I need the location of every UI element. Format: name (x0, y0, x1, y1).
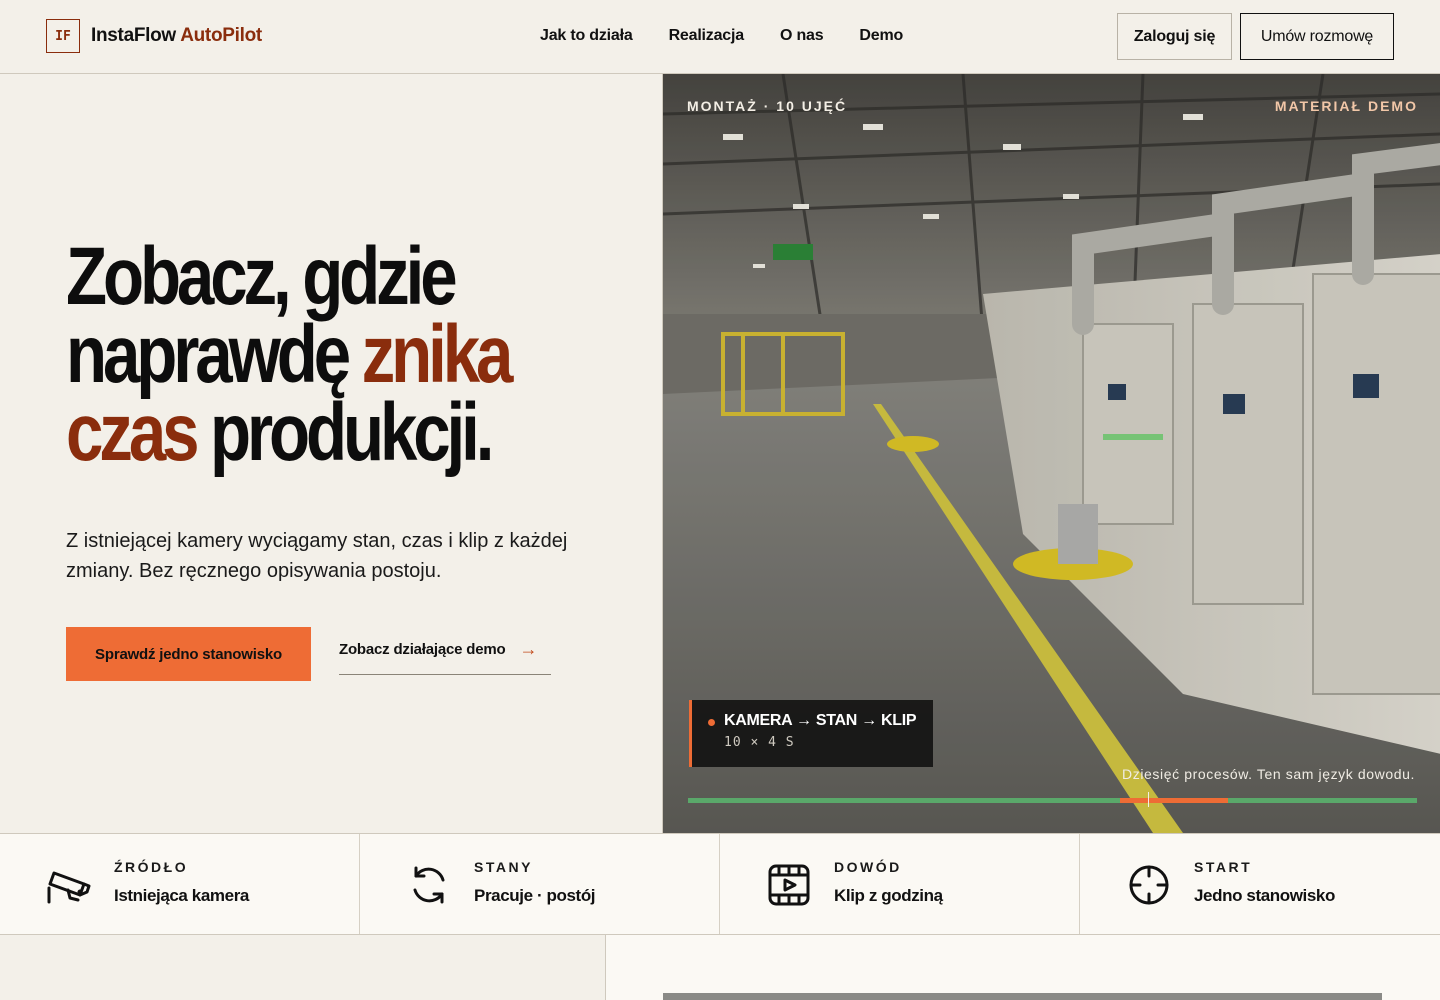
pipeline-meta: 10 × 4 S (724, 735, 795, 750)
book-meeting-button[interactable]: Umów rozmowę (1240, 13, 1394, 60)
media-tag-assembly: MONTAŻ · 10 UJĘĆ (687, 98, 848, 114)
hero-title: Zobacz, gdzie naprawdę znika czas produk… (66, 236, 542, 474)
media-tag-demo: MATERIAŁ DEMO (1274, 98, 1418, 114)
brand-logo[interactable]: IF InstaFlow AutoPilot (46, 19, 262, 53)
arrow-right-icon: → (519, 639, 538, 659)
target-crosshair-icon (1129, 865, 1169, 905)
pipeline-badge: KAMERA → STAN → KLIP 10 × 4 S (689, 700, 933, 767)
feature-label: STANY (474, 859, 533, 875)
brand-name: InstaFlow AutoPilot (91, 25, 262, 47)
nav-link-demo[interactable]: Demo (859, 27, 903, 45)
feature-label: START (1194, 859, 1253, 875)
feature-label: DOWÓD (834, 859, 902, 875)
video-clip-icon (768, 864, 810, 906)
feature-value: Jedno stanowisko (1194, 886, 1335, 905)
feature-strip: ŹRÓDŁO Istniejąca kamera STANY Pracuje ·… (0, 833, 1440, 935)
logo-mark-icon: IF (46, 19, 80, 53)
brand-name-primary: InstaFlow (91, 25, 176, 46)
feature-states: STANY Pracuje · postój (360, 834, 720, 934)
cctv-camera-icon (47, 871, 91, 904)
feature-source: ŹRÓDŁO Istniejąca kamera (0, 834, 360, 934)
nav-link-about[interactable]: O nas (780, 27, 824, 45)
see-demo-link-label: Zobacz działające demo (339, 641, 506, 658)
feature-label: ŹRÓDŁO (114, 859, 189, 875)
timeline-playhead[interactable] (1147, 792, 1150, 807)
feature-value: Istniejąca kamera (114, 886, 249, 905)
see-demo-link[interactable]: Zobacz działające demo → (339, 639, 551, 675)
site-header: IF InstaFlow AutoPilot Jak to działa Rea… (0, 0, 1440, 74)
main-nav: Jak to działa Realizacja O nas Demo (540, 27, 903, 45)
video-timeline[interactable] (688, 792, 1417, 807)
hero-title-line3-plain: produkcji. (195, 387, 494, 478)
feature-evidence: DOWÓD Klip z godziną (720, 834, 1080, 934)
hero-title-line3-accent: czas (66, 387, 200, 478)
timeline-downtime-segment (1120, 798, 1229, 803)
next-section-image (663, 993, 1382, 1000)
hero-subtitle: Z istniejącej kamery wyciągamy stan, cza… (66, 530, 568, 582)
brand-name-accent: AutoPilot (180, 25, 262, 46)
factory-video-preview[interactable]: MONTAŻ · 10 UJĘĆ MATERIAŁ DEMO KAMERA → … (662, 74, 1440, 833)
next-section-right (606, 935, 1440, 1000)
login-button[interactable]: Zaloguj się (1117, 13, 1232, 60)
next-section-left (0, 935, 606, 1000)
nav-link-how-it-works[interactable]: Jak to działa (540, 27, 633, 45)
check-station-button[interactable]: Sprawdź jedno stanowisko (66, 627, 311, 681)
feature-value: Klip z godziną (834, 886, 943, 905)
media-caption: Dziesięć procesów. Ten sam język dowodu. (1122, 766, 1415, 782)
feature-start: START Jedno stanowisko (1080, 834, 1440, 934)
nav-link-realization[interactable]: Realizacja (669, 27, 745, 45)
status-dot-icon (708, 719, 715, 726)
pipeline-title: KAMERA → STAN → KLIP (724, 712, 917, 729)
refresh-cycle-icon (413, 866, 445, 904)
feature-value: Pracuje · postój (474, 886, 596, 905)
